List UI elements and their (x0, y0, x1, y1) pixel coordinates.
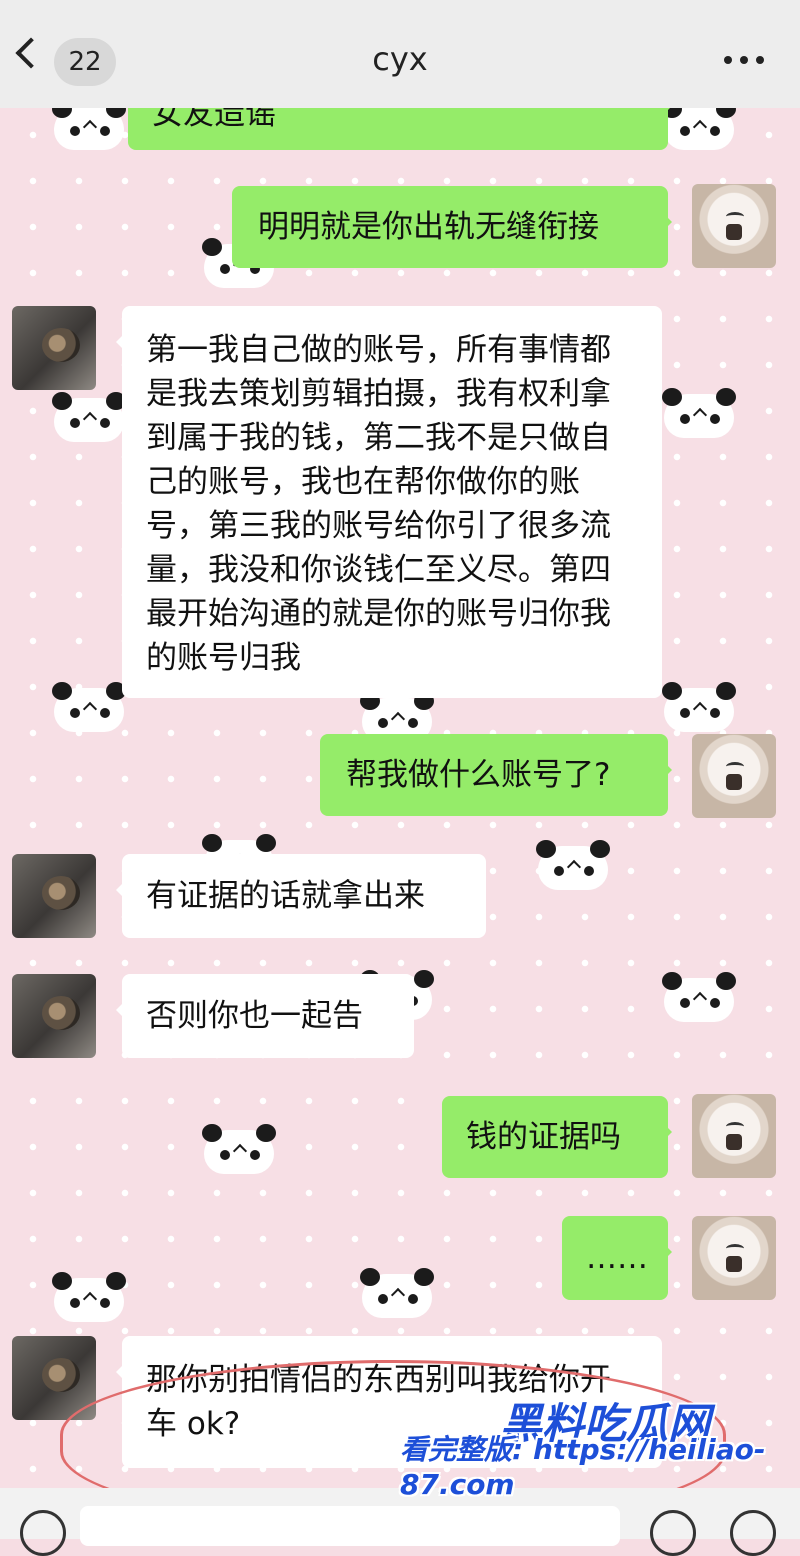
contact-avatar[interactable] (12, 306, 96, 390)
panda-sticker-decoration (656, 968, 742, 1024)
my-avatar[interactable] (692, 184, 776, 268)
chat-header: 22 cyx (0, 0, 800, 108)
message-input[interactable] (80, 1506, 620, 1546)
my-avatar[interactable] (692, 734, 776, 818)
message-text: 钱的证据吗 (466, 1119, 621, 1155)
add-icon[interactable] (730, 1510, 776, 1556)
panda-sticker-decoration (196, 1120, 282, 1176)
message-bubble-sent[interactable]: 明明就是你出轨无缝衔接 (232, 186, 672, 268)
panda-sticker-decoration (530, 836, 616, 892)
contact-avatar[interactable] (12, 974, 96, 1058)
message-bubble-sent[interactable]: 帮我做什么账号了? (320, 734, 672, 816)
panda-sticker-decoration (46, 1268, 132, 1324)
message-text: 帮我做什么账号了? (346, 757, 611, 793)
my-avatar[interactable] (692, 1094, 776, 1178)
message-text: …… (586, 1240, 648, 1276)
message-bubble-sent[interactable]: 钱的证据吗 (442, 1096, 672, 1178)
message-text: 否则你也一起告 (146, 998, 363, 1034)
watermark-url: 看完整版: https://heiliao-87.com (400, 1433, 766, 1501)
panda-sticker-decoration (46, 678, 132, 734)
message-text: 第一我自己做的账号，所有事情都是我去策划剪辑拍摄，我有权利拿到属于我的钱，第二我… (146, 332, 611, 676)
panda-sticker-decoration (656, 384, 742, 440)
panda-sticker-decoration (354, 1264, 440, 1320)
panda-sticker-decoration (656, 678, 742, 734)
message-bubble-received[interactable]: 有证据的话就拿出来 (116, 854, 486, 938)
message-text: 有证据的话就拿出来 (146, 878, 425, 914)
message-bubble-sent[interactable]: …… (562, 1216, 672, 1300)
contact-avatar[interactable] (12, 854, 96, 938)
voice-input-icon[interactable] (20, 1510, 66, 1556)
message-bubble-received[interactable]: 第一我自己做的账号，所有事情都是我去策划剪辑拍摄，我有权利拿到属于我的钱，第二我… (116, 306, 662, 698)
message-text: 明明就是你出轨无缝衔接 (258, 209, 599, 245)
panda-sticker-decoration (46, 388, 132, 444)
message-bubble-received[interactable]: 否则你也一起告 (116, 974, 414, 1058)
my-avatar[interactable] (692, 1216, 776, 1300)
emoji-icon[interactable] (650, 1510, 696, 1556)
chat-title: cyx (372, 40, 428, 78)
more-options-icon[interactable] (724, 56, 764, 66)
